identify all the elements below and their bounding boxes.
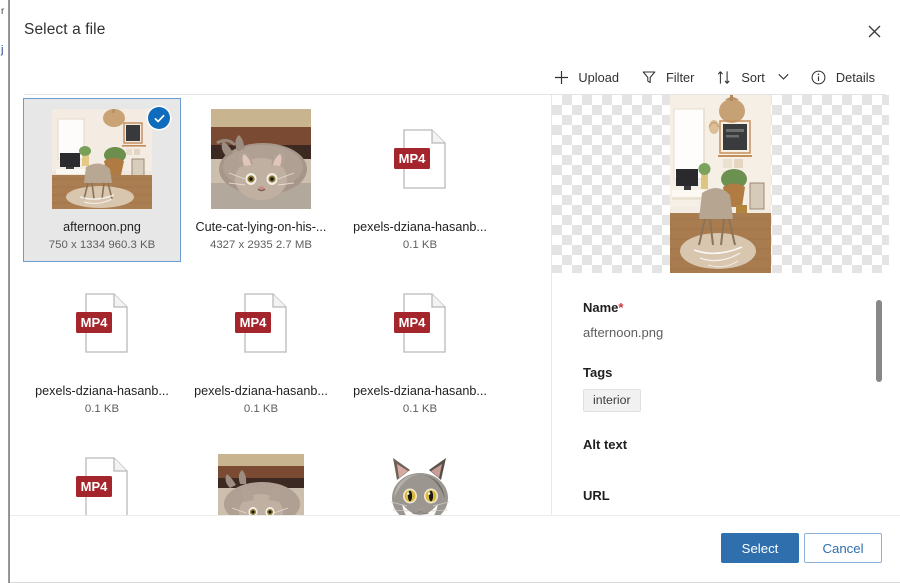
file-list-pane: afternoon.png 750 x 1334 960.3 KB [10, 95, 542, 515]
background-text-fragment-bottom: j [1, 44, 3, 56]
name-label: Name* [583, 300, 873, 315]
dialog-footer: Select Cancel [10, 516, 900, 583]
tag-chip[interactable]: interior [583, 389, 641, 412]
screen-root: r j Select a file Up [0, 0, 900, 583]
background-page-edge: r j [0, 0, 9, 583]
file-name: pexels-dziana-hasanb... [353, 384, 487, 398]
file-name: Cute-cat-lying-on-his-... [196, 220, 327, 234]
file-tile[interactable] [182, 426, 340, 515]
upload-button[interactable]: Upload [542, 61, 630, 93]
file-tile[interactable]: MP4 pexels-dziana-hasanb... 0.1 KB [182, 262, 340, 426]
file-tile[interactable] [341, 426, 499, 515]
file-list-scrollbar[interactable] [540, 97, 542, 513]
details-pane: Name* afternoon.png Tags interior Alt te… [552, 95, 900, 515]
file-meta: 0.1 KB [85, 403, 119, 415]
name-field-group: Name* afternoon.png [583, 300, 873, 340]
file-meta: 0.1 KB [403, 239, 437, 251]
required-marker: * [618, 300, 623, 315]
upload-label: Upload [578, 70, 619, 85]
details-scrollbar-thumb[interactable] [876, 300, 882, 382]
file-thumbnail [370, 437, 470, 515]
name-label-text: Name [583, 300, 618, 315]
file-thumbnail: MP4 [211, 273, 311, 373]
file-thumbnail [52, 109, 152, 209]
file-name: pexels-dziana-hasanb... [35, 384, 169, 398]
tags-label: Tags [583, 365, 873, 380]
svg-text:MP4: MP4 [399, 151, 427, 166]
sort-button[interactable]: Sort [705, 61, 799, 93]
alt-text-label: Alt text [583, 437, 873, 452]
details-label: Details [836, 70, 875, 85]
file-name: afternoon.png [63, 220, 141, 234]
sort-label: Sort [741, 70, 764, 85]
file-name: pexels-dziana-hasanb... [353, 220, 487, 234]
thumbnail-cat-lying-image [218, 454, 304, 515]
file-tile[interactable]: Cute-cat-lying-on-his-... 4327 x 2935 2.… [182, 98, 340, 262]
file-thumbnail: MP4 [370, 109, 470, 209]
info-icon [811, 69, 827, 85]
plus-icon [553, 69, 569, 85]
sort-icon [716, 69, 732, 85]
dialog-titlebar: Select a file [10, 0, 900, 62]
file-thumbnail [211, 437, 311, 515]
chevron-down-icon [778, 73, 789, 81]
command-bar: Upload Filter Sort [10, 60, 900, 94]
close-button[interactable] [858, 16, 890, 46]
file-thumbnail: MP4 [52, 437, 152, 515]
tags-field-group: Tags interior [583, 365, 873, 412]
background-text-fragment-top: r [1, 6, 4, 17]
alt-text-field-group: Alt text [583, 437, 873, 452]
select-button[interactable]: Select [721, 533, 799, 563]
file-meta: 0.1 KB [403, 403, 437, 415]
thumbnail-interior-image [52, 109, 152, 209]
mp4-file-icon: MP4 [392, 292, 448, 354]
file-grid: afternoon.png 750 x 1334 960.3 KB [23, 98, 523, 515]
mp4-file-icon: MP4 [392, 128, 448, 190]
selected-check-icon [148, 107, 170, 129]
mp4-file-icon: MP4 [233, 292, 289, 354]
file-tile[interactable]: MP4 pexels-dziana-hasanb... 0.1 KB [341, 98, 499, 262]
file-meta: 0.1 KB [244, 403, 278, 415]
file-meta: 750 x 1334 960.3 KB [49, 239, 155, 251]
file-tile[interactable]: MP4 pexels-dziana-hasanb... 0.1 KB [341, 262, 499, 426]
file-thumbnail: MP4 [52, 273, 152, 373]
mp4-file-icon: MP4 [74, 292, 130, 354]
file-thumbnail [211, 109, 311, 209]
thumbnail-cat-face-image [377, 454, 463, 515]
filter-icon [641, 69, 657, 85]
svg-text:MP4: MP4 [81, 479, 109, 494]
file-tile[interactable]: MP4 [23, 426, 181, 515]
details-button[interactable]: Details [800, 61, 886, 93]
filter-button[interactable]: Filter [630, 61, 705, 93]
file-name: pexels-dziana-hasanb... [194, 384, 328, 398]
svg-text:MP4: MP4 [399, 315, 427, 330]
svg-text:MP4: MP4 [81, 315, 109, 330]
file-tile[interactable]: afternoon.png 750 x 1334 960.3 KB [23, 98, 181, 262]
url-field-group: URL [583, 488, 873, 503]
name-value[interactable]: afternoon.png [583, 325, 873, 340]
metadata-fields: Name* afternoon.png Tags interior Alt te… [583, 300, 873, 515]
cancel-button[interactable]: Cancel [804, 533, 882, 563]
file-meta: 4327 x 2935 2.7 MB [210, 239, 312, 251]
details-scrollbar[interactable] [875, 300, 883, 510]
file-picker-dialog: Select a file Upload [10, 0, 900, 583]
dialog-body: afternoon.png 750 x 1334 960.3 KB [10, 95, 900, 515]
dialog-title: Select a file [24, 21, 105, 39]
thumbnail-cat-lying-image [211, 109, 311, 209]
preview-area [552, 95, 889, 273]
file-thumbnail: MP4 [370, 273, 470, 373]
preview-image [670, 95, 771, 273]
close-icon [868, 25, 881, 38]
mp4-file-icon: MP4 [74, 456, 130, 515]
file-tile[interactable]: MP4 pexels-dziana-hasanb... 0.1 KB [23, 262, 181, 426]
url-label: URL [583, 488, 873, 503]
filter-label: Filter [666, 70, 694, 85]
svg-text:MP4: MP4 [240, 315, 268, 330]
